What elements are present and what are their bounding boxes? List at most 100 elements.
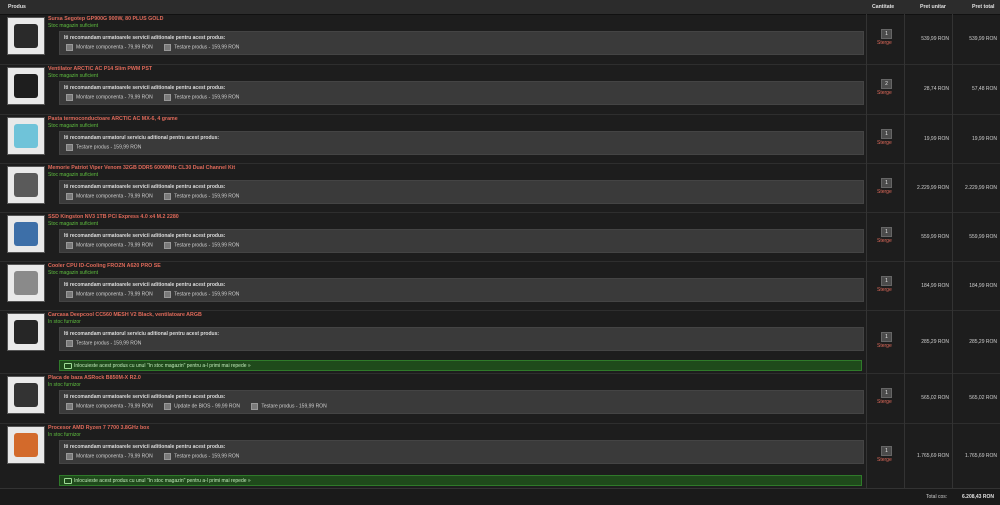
quantity-input[interactable]: 1 bbox=[881, 178, 892, 188]
product-thumbnail[interactable] bbox=[7, 264, 45, 302]
service-option[interactable]: Testare produs - 159,99 RON bbox=[66, 144, 141, 151]
product-name[interactable]: Ventilator ARCTIC AC P14 Slim PWM PST bbox=[48, 66, 152, 72]
service-option-label: Montare componenta - 79,99 RON bbox=[76, 453, 153, 460]
quantity-cell: 1 Sterge bbox=[866, 14, 905, 64]
checkbox-icon[interactable] bbox=[164, 453, 172, 460]
remove-link[interactable]: Sterge bbox=[877, 457, 892, 463]
product-cell: Procesor AMD Ryzen 7 7700 3.8GHz box In … bbox=[0, 423, 866, 488]
quantity-input[interactable]: 1 bbox=[881, 446, 892, 456]
checkbox-icon[interactable] bbox=[66, 144, 73, 151]
remove-link[interactable]: Sterge bbox=[877, 399, 892, 405]
checkbox-icon[interactable] bbox=[66, 453, 73, 460]
service-option[interactable]: Montare componenta - 79,99 RON bbox=[66, 242, 153, 249]
checkbox-icon[interactable] bbox=[164, 242, 172, 249]
unit-price-cell: 1.765,69 RON bbox=[904, 423, 953, 488]
service-option-label: Testare produs - 159,99 RON bbox=[174, 453, 240, 460]
checkbox-icon[interactable] bbox=[164, 403, 172, 410]
service-option-label: Montare componenta - 79,99 RON bbox=[76, 242, 153, 249]
checkbox-icon[interactable] bbox=[66, 340, 73, 347]
quantity-input[interactable]: 1 bbox=[881, 276, 892, 286]
quantity-input[interactable]: 1 bbox=[881, 129, 892, 139]
service-option[interactable]: Testare produs - 159,99 RON bbox=[251, 403, 327, 410]
remove-link[interactable]: Sterge bbox=[877, 189, 892, 195]
checkbox-icon[interactable] bbox=[66, 291, 73, 298]
checkbox-icon[interactable] bbox=[66, 44, 73, 51]
total-price-cell: 19,99 RON bbox=[952, 114, 1000, 163]
quantity-input[interactable]: 1 bbox=[881, 227, 892, 237]
quantity-input[interactable]: 1 bbox=[881, 388, 892, 398]
total-price: 19,99 RON bbox=[971, 136, 997, 142]
product-thumbnail[interactable] bbox=[7, 117, 45, 155]
service-option[interactable]: Testare produs - 159,99 RON bbox=[164, 44, 239, 51]
unit-price: 539,99 RON bbox=[921, 36, 949, 42]
unit-price: 565,02 RON bbox=[921, 395, 949, 401]
services-box: Iti recomandam urmatoarele servicii adit… bbox=[59, 278, 864, 302]
service-option-label: Montare componenta - 79,99 RON bbox=[76, 94, 153, 101]
product-thumbnail[interactable] bbox=[7, 17, 45, 55]
checkbox-icon[interactable] bbox=[66, 94, 73, 101]
service-option[interactable]: Testare produs - 159,99 RON bbox=[164, 453, 239, 460]
checkbox-icon[interactable] bbox=[164, 94, 172, 101]
services-options: Montare componenta - 79,99 RON Update de… bbox=[66, 403, 337, 410]
product-name[interactable]: SSD Kingston NV3 1TB PCI Express 4.0 x4 … bbox=[48, 214, 179, 220]
product-thumbnail[interactable] bbox=[7, 313, 45, 351]
stock-status: Stoc magazin suficient bbox=[48, 73, 99, 79]
quantity-input[interactable]: 1 bbox=[881, 29, 892, 39]
quantity-input[interactable]: 2 bbox=[881, 79, 892, 89]
service-option[interactable]: Montare componenta - 79,99 RON bbox=[66, 291, 153, 298]
quantity-input[interactable]: 1 bbox=[881, 332, 892, 342]
stock-status: Stoc magazin suficient bbox=[48, 221, 99, 227]
service-option[interactable]: Update de BIOS - 99,99 RON bbox=[164, 403, 240, 410]
service-option[interactable]: Montare componenta - 79,99 RON bbox=[66, 193, 153, 200]
remove-link[interactable]: Sterge bbox=[877, 140, 892, 146]
remove-link[interactable]: Sterge bbox=[877, 238, 892, 244]
total-price-cell: 184,99 RON bbox=[952, 261, 1000, 310]
services-box: Iti recomandam urmatoarele servicii adit… bbox=[59, 229, 864, 253]
checkbox-icon[interactable] bbox=[164, 44, 172, 51]
service-option[interactable]: Testare produs - 159,99 RON bbox=[66, 340, 141, 347]
product-thumbnail[interactable] bbox=[7, 376, 45, 414]
cpu-cooler-icon bbox=[14, 271, 38, 295]
remove-link[interactable]: Sterge bbox=[877, 343, 892, 349]
product-cell: Cooler CPU ID-Cooling FROZN A620 PRO SE … bbox=[0, 261, 866, 310]
checkbox-icon[interactable] bbox=[164, 193, 172, 200]
remove-link[interactable]: Sterge bbox=[877, 90, 892, 96]
product-name[interactable]: Procesor AMD Ryzen 7 7700 3.8GHz box bbox=[48, 425, 149, 431]
checkbox-icon[interactable] bbox=[66, 403, 73, 410]
cart-row: Sursa Segotep GP900G 900W, 80 PLUS GOLD … bbox=[0, 14, 1000, 65]
product-name[interactable]: Memorie Patriot Viper Venom 32GB DDR5 60… bbox=[48, 165, 235, 171]
replace-in-store-banner[interactable]: Inlocuieste acest produs cu unul "In sto… bbox=[59, 360, 862, 371]
thermal-paste-icon bbox=[14, 124, 38, 148]
checkbox-icon[interactable] bbox=[251, 403, 259, 410]
service-option[interactable]: Montare componenta - 79,99 RON bbox=[66, 403, 153, 410]
quantity-cell: 1 Sterge bbox=[866, 114, 905, 163]
service-option[interactable]: Montare componenta - 79,99 RON bbox=[66, 453, 153, 460]
service-option[interactable]: Testare produs - 159,99 RON bbox=[164, 291, 239, 298]
remove-link[interactable]: Sterge bbox=[877, 287, 892, 293]
product-name[interactable]: Placa de baza ASRock B850M-X R2.0 bbox=[48, 375, 141, 381]
product-name[interactable]: Carcasa Deepcool CC560 MESH V2 Black, ve… bbox=[48, 312, 202, 318]
checkbox-icon[interactable] bbox=[66, 193, 73, 200]
service-option[interactable]: Testare produs - 159,99 RON bbox=[164, 193, 239, 200]
checkbox-icon[interactable] bbox=[164, 291, 172, 298]
product-cell: Placa de baza ASRock B850M-X R2.0 In sto… bbox=[0, 373, 866, 423]
service-option[interactable]: Testare produs - 159,99 RON bbox=[164, 242, 239, 249]
services-options: Montare componenta - 79,99 RON Testare p… bbox=[66, 193, 249, 200]
replace-in-store-banner[interactable]: Inlocuieste acest produs cu unul "In sto… bbox=[59, 475, 862, 486]
checkbox-icon[interactable] bbox=[66, 242, 73, 249]
service-option[interactable]: Montare componenta - 79,99 RON bbox=[66, 94, 153, 101]
product-name[interactable]: Sursa Segotep GP900G 900W, 80 PLUS GOLD bbox=[48, 16, 163, 22]
product-thumbnail[interactable] bbox=[7, 215, 45, 253]
product-thumbnail[interactable] bbox=[7, 166, 45, 204]
product-thumbnail[interactable] bbox=[7, 67, 45, 105]
product-name[interactable]: Pasta termoconductoare ARCTIC AC MX-6, 4… bbox=[48, 116, 178, 122]
services-title: Iti recomandam urmatoarele servicii adit… bbox=[64, 282, 226, 288]
service-option[interactable]: Montare componenta - 79,99 RON bbox=[66, 44, 153, 51]
product-thumbnail[interactable] bbox=[7, 426, 45, 464]
remove-link[interactable]: Sterge bbox=[877, 40, 892, 46]
services-box: Iti recomandam urmatoarele servicii adit… bbox=[59, 81, 864, 105]
motherboard-icon bbox=[14, 383, 38, 407]
product-name[interactable]: Cooler CPU ID-Cooling FROZN A620 PRO SE bbox=[48, 263, 161, 269]
services-title: Iti recomandam urmatoarele servicii adit… bbox=[64, 35, 226, 41]
service-option[interactable]: Testare produs - 159,99 RON bbox=[164, 94, 239, 101]
